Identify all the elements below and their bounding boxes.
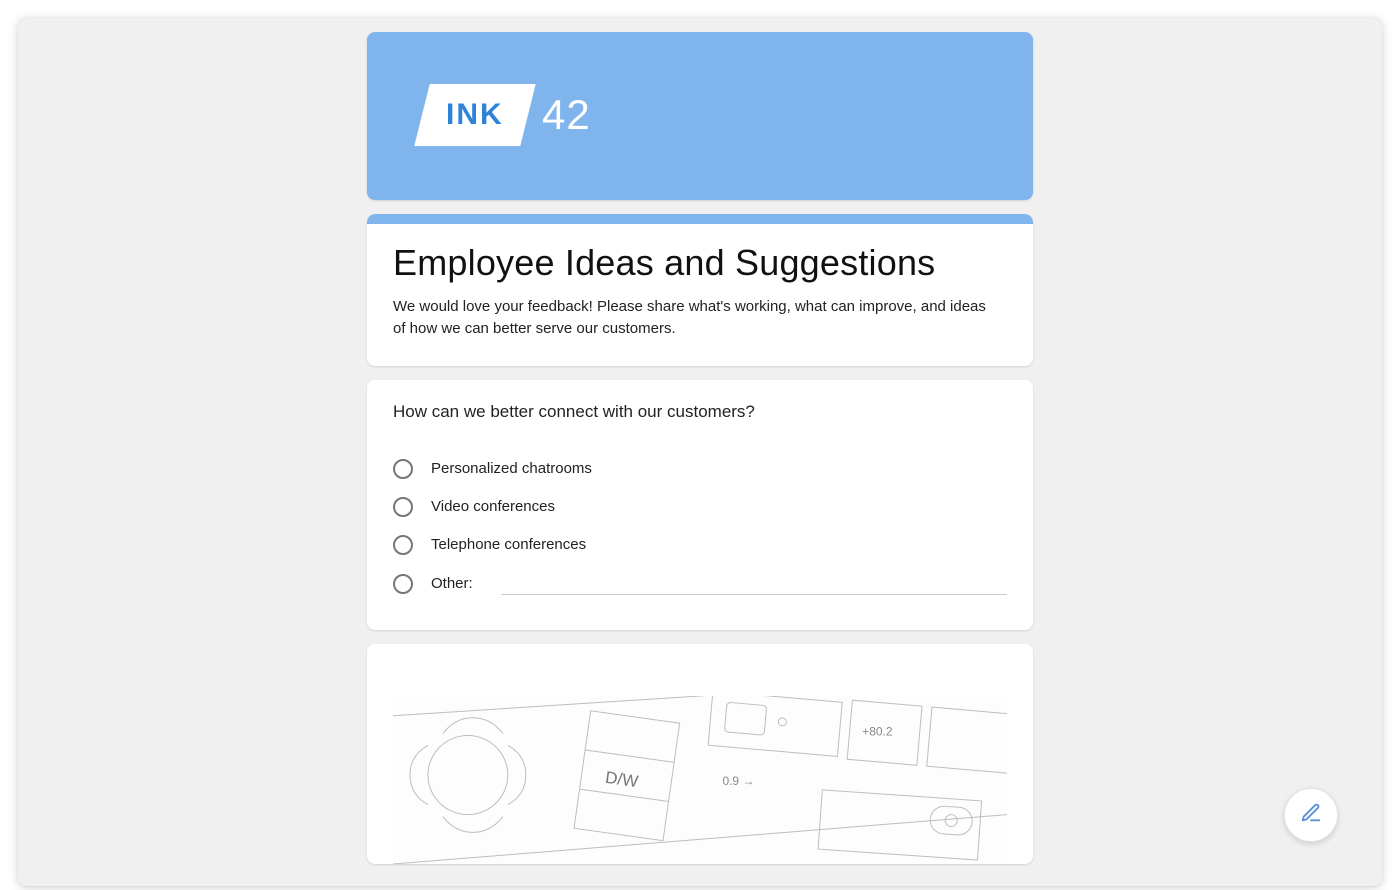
radio-option-3[interactable]: Telephone conferences bbox=[393, 526, 1007, 564]
pencil-icon bbox=[1300, 802, 1322, 829]
brand-logo-chip: INK bbox=[414, 84, 535, 146]
question-image-card: D/W bbox=[367, 644, 1033, 864]
floorplan-image: D/W bbox=[393, 696, 1007, 864]
svg-text:+80.2: +80.2 bbox=[862, 724, 893, 738]
option-other-label: Other: bbox=[431, 575, 473, 592]
radio-option-other[interactable]: Other: bbox=[393, 564, 1007, 604]
form-column: INK 42 Employee Ideas and Suggestions We… bbox=[367, 32, 1033, 864]
question-title: How can we better connect with our custo… bbox=[393, 402, 1007, 422]
option-label: Telephone conferences bbox=[431, 536, 586, 553]
option-other-input[interactable] bbox=[501, 573, 1007, 595]
question-card-1: How can we better connect with our custo… bbox=[367, 380, 1033, 630]
form-title: Employee Ideas and Suggestions bbox=[393, 242, 1007, 284]
form-title-card: Employee Ideas and Suggestions We would … bbox=[367, 214, 1033, 366]
form-header-banner: INK 42 bbox=[367, 32, 1033, 200]
radio-icon bbox=[393, 535, 413, 555]
radio-option-2[interactable]: Video conferences bbox=[393, 488, 1007, 526]
option-label: Video conferences bbox=[431, 498, 555, 515]
form-description: We would love your feedback! Please shar… bbox=[393, 296, 998, 340]
option-label: Personalized chatrooms bbox=[431, 460, 592, 477]
form-surface: INK 42 Employee Ideas and Suggestions We… bbox=[18, 18, 1382, 886]
radio-icon bbox=[393, 574, 413, 594]
edit-fab[interactable] bbox=[1284, 788, 1338, 842]
brand-logo-text: INK bbox=[446, 98, 504, 132]
brand-logo-number: 42 bbox=[542, 91, 591, 139]
svg-text:0.9 →: 0.9 → bbox=[722, 773, 754, 787]
radio-icon bbox=[393, 497, 413, 517]
brand-logo: INK 42 bbox=[422, 84, 591, 146]
radio-option-1[interactable]: Personalized chatrooms bbox=[393, 450, 1007, 488]
radio-icon bbox=[393, 459, 413, 479]
svg-text:D/W: D/W bbox=[604, 767, 639, 790]
